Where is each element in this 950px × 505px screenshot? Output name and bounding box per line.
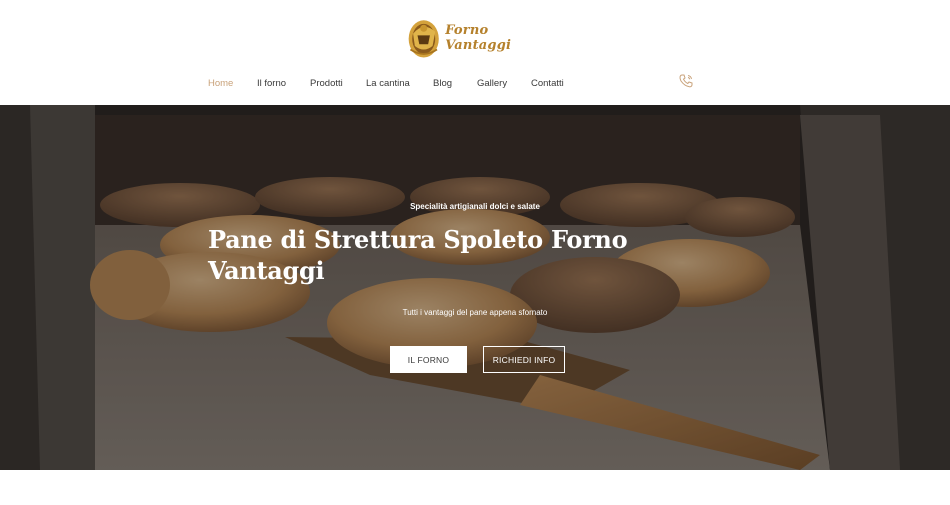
site-logo[interactable]: Forno Vantaggi [406,12,546,64]
site-header: Forno Vantaggi Home Il forno Prodotti La… [0,0,950,105]
hero-section [0,105,950,470]
hero-subtitle: Tutti i vantaggi del pane appena sfornat… [402,308,548,317]
il-forno-button[interactable]: IL FORNO [390,346,467,373]
nav-item-prodotti[interactable]: Prodotti [310,77,343,91]
nav-item-contatti[interactable]: Contatti [531,77,564,91]
logo-text: Forno Vantaggi [445,23,512,53]
richiedi-info-button[interactable]: RICHIEDI INFO [483,346,565,373]
nav-item-blog[interactable]: Blog [433,77,452,91]
nav-item-il-forno[interactable]: Il forno [257,77,286,91]
content-area [0,470,950,505]
nav-item-la-cantina[interactable]: La cantina [366,77,410,91]
main-nav: Home Il forno Prodotti La cantina Blog G… [0,77,950,91]
phone-icon[interactable] [678,73,694,89]
nav-item-gallery[interactable]: Gallery [477,77,507,91]
logo-emblem-icon [408,20,439,58]
hero-eyebrow: Specialità artigianali dolci e salate [410,202,540,211]
hero-background-image [0,105,950,470]
nav-item-home[interactable]: Home [208,77,233,91]
hero-title: Pane di Strettura Spoleto Forno Vantaggi [208,225,628,285]
